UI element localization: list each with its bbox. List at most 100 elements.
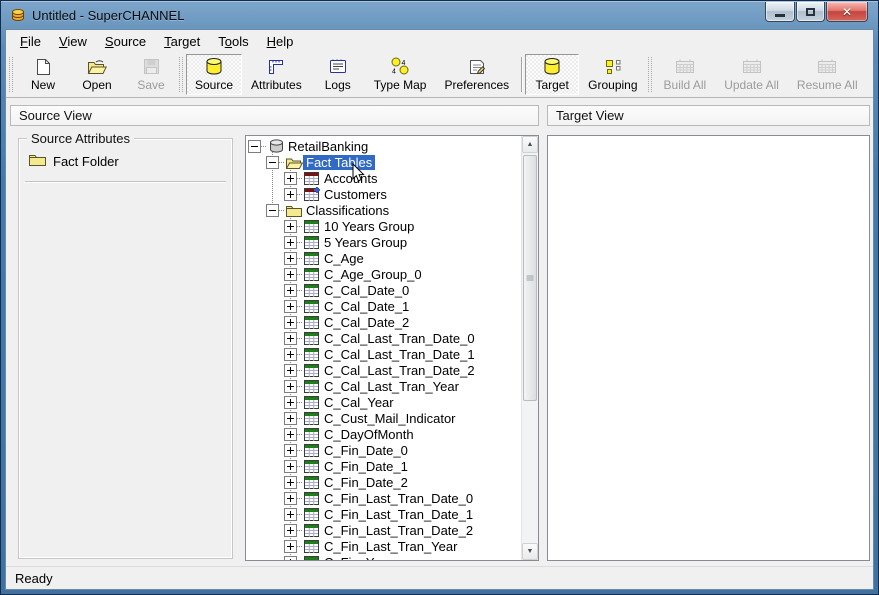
fact-folder-item[interactable]: Fact Folder xyxy=(29,153,232,169)
db-icon xyxy=(542,57,562,76)
tree-item-c-fin-date-2[interactable]: C_Fin_Date_2 xyxy=(321,475,411,490)
tree-item-accounts[interactable]: Accounts xyxy=(321,171,380,186)
attributes-button[interactable]: Attributes xyxy=(242,54,311,95)
collapse-minus-toggle[interactable] xyxy=(266,204,279,217)
tree-item-5-years-group[interactable]: 5 Years Group xyxy=(321,235,410,250)
build-all-button[interactable]: Build All xyxy=(655,54,716,95)
toolbar-button-label: New xyxy=(31,78,55,92)
table-class-icon xyxy=(303,283,321,297)
expand-plus-toggle[interactable] xyxy=(284,364,297,377)
expand-plus-toggle[interactable] xyxy=(284,220,297,233)
collapse-minus-toggle[interactable] xyxy=(248,140,261,153)
collapse-minus-toggle[interactable] xyxy=(266,156,279,169)
tree-item-customers[interactable]: Customers xyxy=(321,187,390,202)
tree-item-c-fin-last-tran-year[interactable]: C_Fin_Last_Tran_Year xyxy=(321,539,460,554)
new-button[interactable]: New xyxy=(16,54,70,95)
tree-scrollbar[interactable]: ▲ ▼ xyxy=(521,136,538,560)
expand-plus-toggle[interactable] xyxy=(284,524,297,537)
tree-item-c-cal-date-0[interactable]: C_Cal_Date_0 xyxy=(321,283,412,298)
toolbar-gripper xyxy=(179,57,185,92)
expand-plus-toggle[interactable] xyxy=(284,188,297,201)
expand-plus-toggle[interactable] xyxy=(284,428,297,441)
menu-help[interactable]: Help xyxy=(258,31,303,52)
tree-item-10-years-group[interactable]: 10 Years Group xyxy=(321,219,417,234)
title-bar[interactable]: Untitled - SuperCHANNEL ✕ xyxy=(1,1,878,29)
expand-plus-toggle[interactable] xyxy=(284,460,297,473)
folder-open-icon xyxy=(285,155,303,169)
app-icon xyxy=(10,7,26,23)
table-class-icon xyxy=(303,491,321,505)
tree-item-c-fin-last-tran-date-0[interactable]: C_Fin_Last_Tran_Date_0 xyxy=(321,491,476,506)
typemap-icon: 44 xyxy=(390,57,410,76)
close-button[interactable]: ✕ xyxy=(826,2,868,22)
tree-row: Accounts xyxy=(246,170,521,186)
tree-item-c-cal-last-tran-year[interactable]: C_Cal_Last_Tran_Year xyxy=(321,379,462,394)
expand-plus-toggle[interactable] xyxy=(284,412,297,425)
tree-item-c-fin-last-tran-date-1[interactable]: C_Fin_Last_Tran_Date_1 xyxy=(321,507,476,522)
expand-plus-toggle[interactable] xyxy=(284,492,297,505)
tree-item-c-fin-date-1[interactable]: C_Fin_Date_1 xyxy=(321,459,411,474)
menu-view[interactable]: View xyxy=(50,31,96,52)
expand-plus-toggle[interactable] xyxy=(284,380,297,393)
expand-plus-toggle[interactable] xyxy=(284,396,297,409)
tree-item-c-cal-last-tran-date-1[interactable]: C_Cal_Last_Tran_Date_1 xyxy=(321,347,478,362)
build-icon xyxy=(675,57,695,76)
svg-text:4: 4 xyxy=(402,60,406,67)
preferences-button[interactable]: Preferences xyxy=(435,54,518,95)
source-button[interactable]: Source xyxy=(186,54,242,95)
menu-file[interactable]: File xyxy=(11,31,50,52)
tree-item-c-fin-year[interactable]: C_Fin_Year xyxy=(321,555,395,561)
logs-button[interactable]: Logs xyxy=(311,54,365,95)
minimize-button[interactable] xyxy=(765,2,795,22)
menu-tools[interactable]: Tools xyxy=(209,31,257,52)
tree-item-c-cust-mail-indicator[interactable]: C_Cust_Mail_Indicator xyxy=(321,411,459,426)
expand-plus-toggle[interactable] xyxy=(284,540,297,553)
expand-plus-toggle[interactable] xyxy=(284,284,297,297)
tree-item-c-dayofmonth[interactable]: C_DayOfMonth xyxy=(321,427,417,442)
grouping-button[interactable]: Grouping xyxy=(579,54,646,95)
tree-item-c-age-group-0[interactable]: C_Age_Group_0 xyxy=(321,267,425,282)
tree-item-c-cal-last-tran-date-0[interactable]: C_Cal_Last_Tran_Date_0 xyxy=(321,331,478,346)
resume-all-button[interactable]: Resume All xyxy=(788,54,867,95)
update-all-button[interactable]: Update All xyxy=(715,54,788,95)
tree-row: C_DayOfMonth xyxy=(246,426,521,442)
type-map-button[interactable]: 44Type Map xyxy=(365,54,436,95)
scroll-thumb[interactable] xyxy=(523,155,537,401)
expand-plus-toggle[interactable] xyxy=(284,444,297,457)
expand-plus-toggle[interactable] xyxy=(284,332,297,345)
menu-target[interactable]: Target xyxy=(155,31,209,52)
scroll-up-button[interactable]: ▲ xyxy=(522,136,538,153)
save-button[interactable]: Save xyxy=(124,54,178,95)
target-button[interactable]: Target xyxy=(525,54,579,95)
tree-item-c-fin-last-tran-date-2[interactable]: C_Fin_Last_Tran_Date_2 xyxy=(321,523,476,538)
tree-row: C_Fin_Last_Tran_Date_2 xyxy=(246,522,521,538)
maximize-button[interactable] xyxy=(796,2,825,22)
save-icon xyxy=(143,57,160,76)
window-title: Untitled - SuperCHANNEL xyxy=(32,8,184,23)
expand-plus-toggle[interactable] xyxy=(284,476,297,489)
expand-plus-toggle[interactable] xyxy=(284,316,297,329)
menu-source[interactable]: Source xyxy=(96,31,155,52)
tree-item-retailbanking[interactable]: RetailBanking xyxy=(285,139,371,154)
expand-plus-toggle[interactable] xyxy=(284,268,297,281)
tree-item-c-fin-date-0[interactable]: C_Fin_Date_0 xyxy=(321,443,411,458)
expand-plus-toggle[interactable] xyxy=(284,348,297,361)
tree-item-c-cal-date-2[interactable]: C_Cal_Date_2 xyxy=(321,315,412,330)
table-class-icon xyxy=(303,235,321,249)
tree-item-c-cal-year[interactable]: C_Cal_Year xyxy=(321,395,397,410)
tree-item-c-age[interactable]: C_Age xyxy=(321,251,367,266)
tree-item-classifications[interactable]: Classifications xyxy=(303,203,392,218)
tree-row: C_Fin_Last_Tran_Date_0 xyxy=(246,490,521,506)
tree-item-c-cal-date-1[interactable]: C_Cal_Date_1 xyxy=(321,299,412,314)
open-button[interactable]: Open xyxy=(70,54,124,95)
expand-plus-toggle[interactable] xyxy=(284,508,297,521)
expand-plus-toggle[interactable] xyxy=(284,300,297,313)
tree-item-c-cal-last-tran-date-2[interactable]: C_Cal_Last_Tran_Date_2 xyxy=(321,363,478,378)
expand-plus-toggle[interactable] xyxy=(284,236,297,249)
scroll-down-button[interactable]: ▼ xyxy=(522,543,538,560)
tree-row: C_Cal_Year xyxy=(246,394,521,410)
expand-plus-toggle[interactable] xyxy=(284,252,297,265)
expand-plus-toggle[interactable] xyxy=(284,172,297,185)
table-class-icon xyxy=(303,315,321,329)
expand-plus-toggle[interactable] xyxy=(284,556,297,561)
